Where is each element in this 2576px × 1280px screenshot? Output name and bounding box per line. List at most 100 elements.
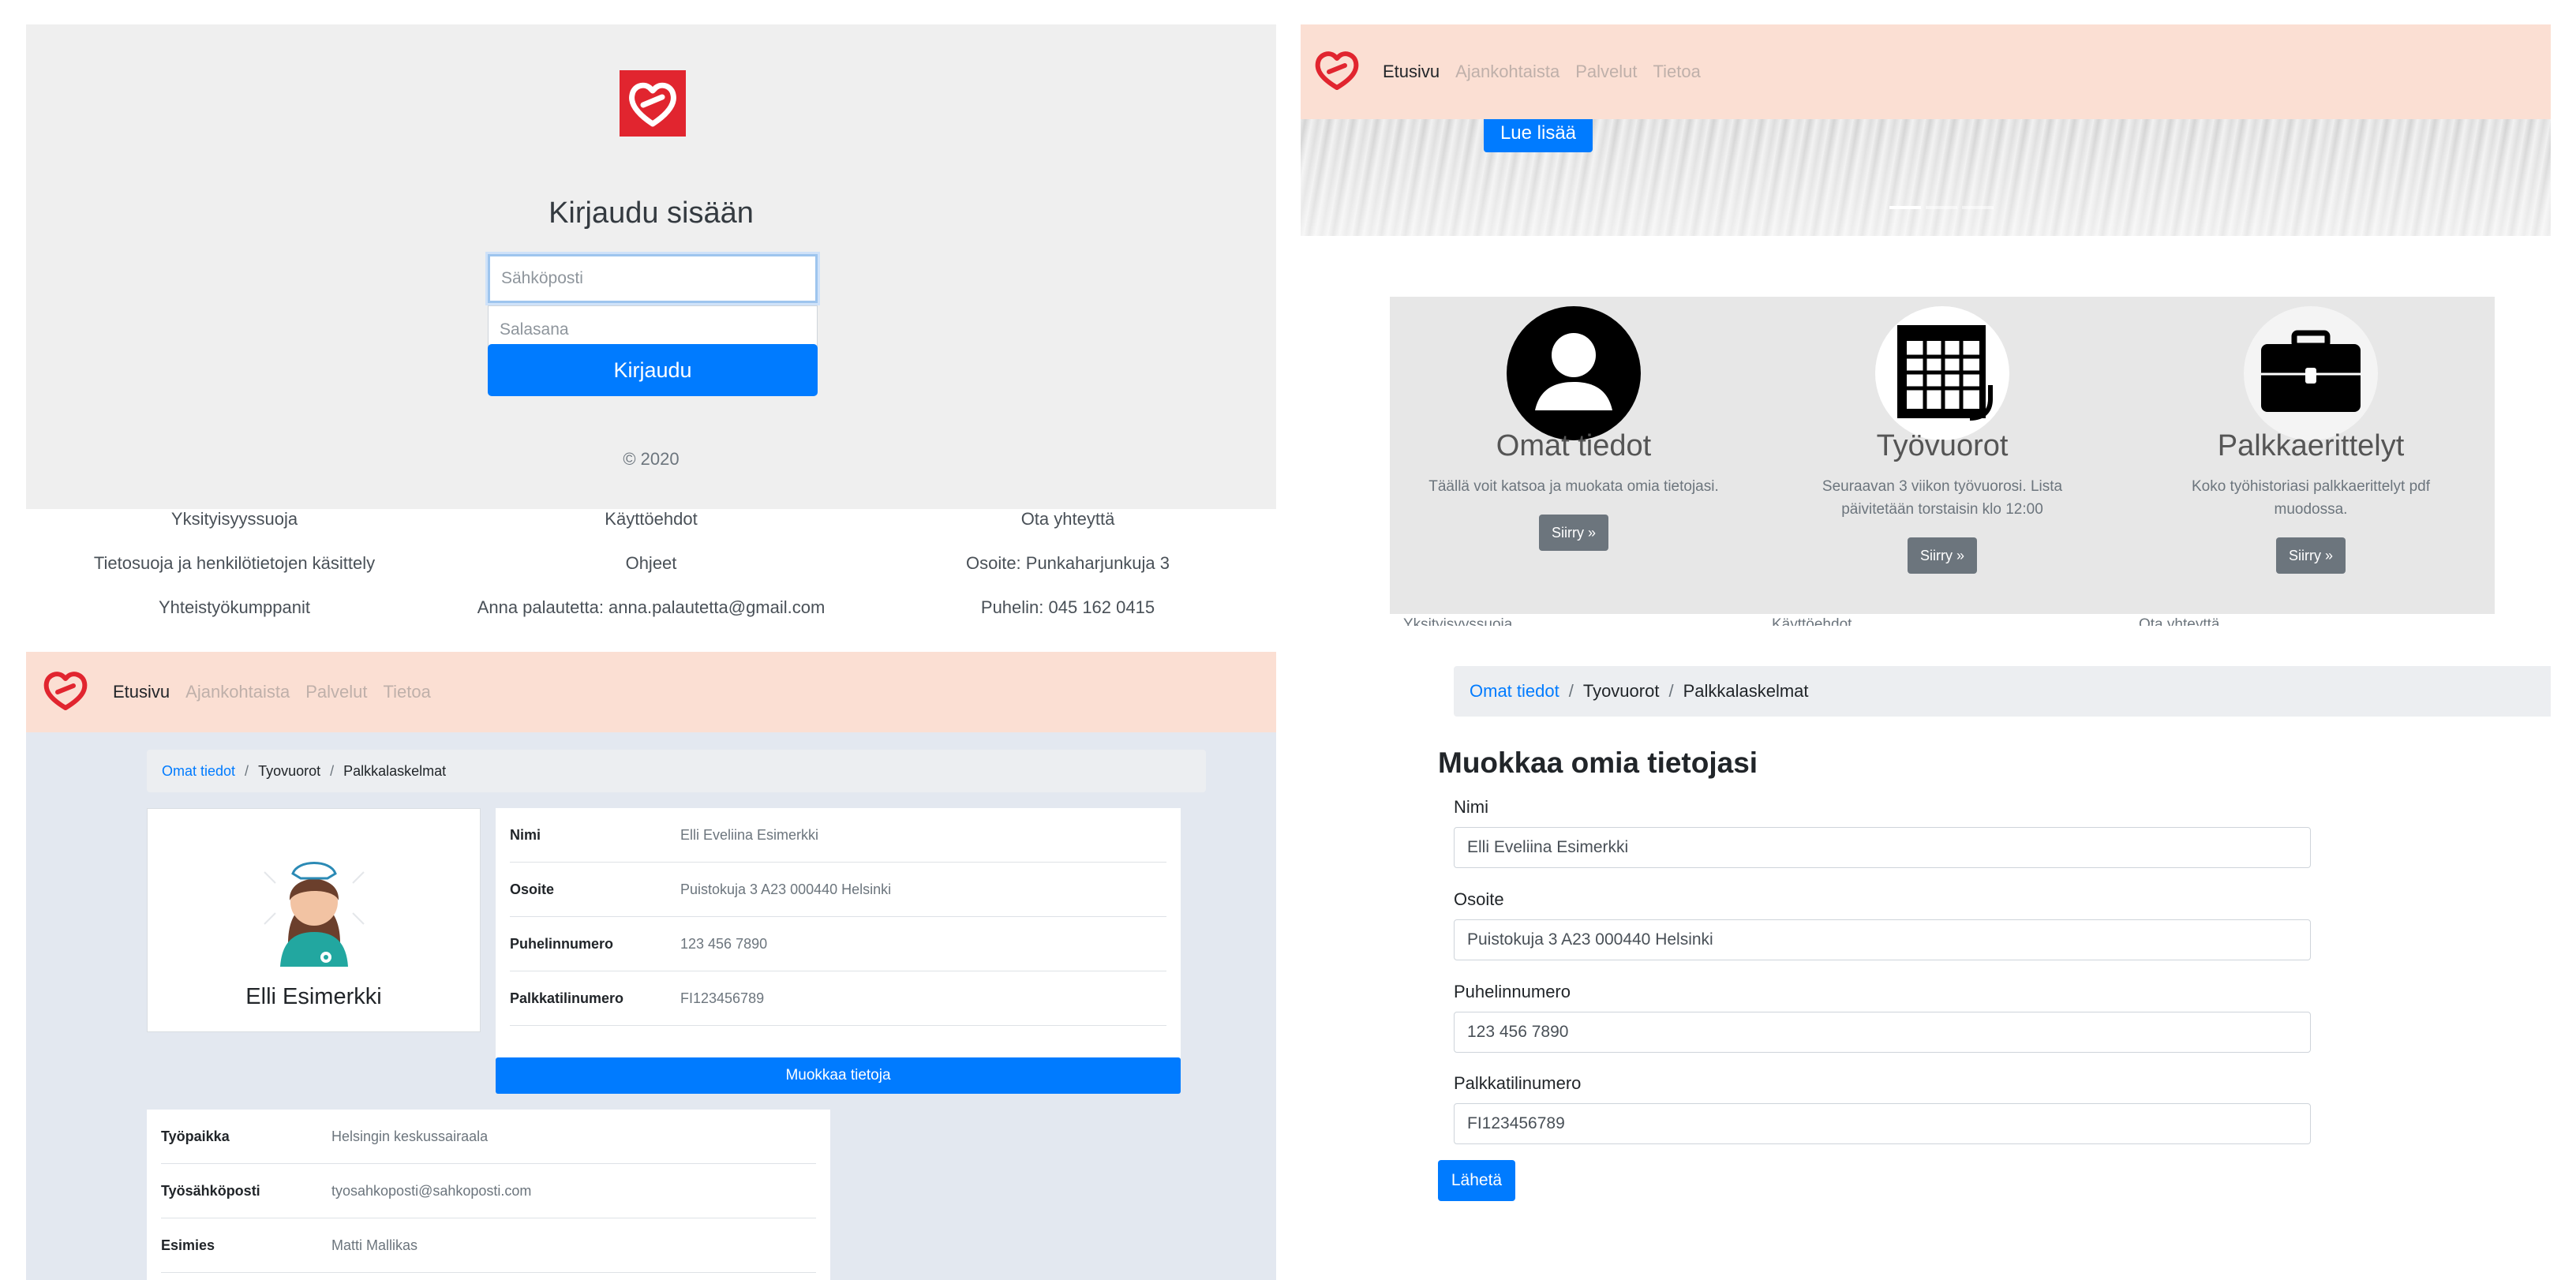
name-field-value: Elli Eveliina Esimerkki	[1467, 838, 1629, 856]
read-more-button[interactable]: Lue lisää	[1484, 119, 1593, 152]
breadcrumb-separator: /	[1668, 681, 1674, 701]
feature-title: Omat tiedot	[1496, 429, 1652, 462]
info-value: Puistokuja 3 A23 000440 Helsinki	[680, 881, 892, 897]
heart-logo-icon	[620, 70, 686, 137]
footer-link-help[interactable]: Ohjeet	[443, 553, 859, 574]
info-row-bank-account: Palkkatilinumero FI123456789	[510, 971, 1166, 1026]
breadcrumb-tyovuorot[interactable]: Tyovuorot	[258, 763, 320, 780]
nav-ajankohtaista[interactable]: Ajankohtaista	[1455, 62, 1559, 82]
form-title: Muokkaa omia tietojasi	[1438, 747, 1758, 779]
bank-account-label: Palkkatilinumero	[1454, 1073, 1582, 1093]
info-label: Työpaikka	[161, 1128, 230, 1144]
login-title: Kirjaudu sisään	[549, 196, 754, 230]
info-value: Helsingin keskussairaala	[331, 1128, 489, 1144]
heart-logo-icon[interactable]	[1312, 48, 1362, 96]
info-label: Palkkatilinumero	[510, 990, 624, 1006]
bank-account-field-value: FI123456789	[1467, 1114, 1565, 1132]
nav-palvelut[interactable]: Palvelut	[1575, 62, 1637, 82]
info-row-supervisor: Esimies Matti Mallikas	[161, 1218, 816, 1273]
phone-field-value: 123 456 7890	[1467, 1023, 1569, 1041]
info-label: Puhelinnumero	[510, 935, 614, 952]
footer-link-data-protection[interactable]: Tietosuoja ja henkilötietojen käsittely	[26, 553, 443, 574]
breadcrumb-separator: /	[1568, 681, 1574, 701]
info-row-address: Osoite Puistokuja 3 A23 000440 Helsinki	[510, 863, 1166, 917]
siirry-button[interactable]: Siirry »	[1539, 515, 1608, 551]
phone-label: Puhelinnumero	[1454, 982, 1571, 1001]
email-input[interactable]: Sähköposti	[488, 254, 818, 303]
nav-etusivu[interactable]: Etusivu	[1383, 62, 1440, 82]
carousel-indicator-2[interactable]	[1926, 206, 1957, 209]
bank-account-field[interactable]: FI123456789	[1454, 1103, 2311, 1144]
name-label: Nimi	[1454, 797, 1488, 817]
info-label: Osoite	[510, 881, 555, 897]
nav-etusivu[interactable]: Etusivu	[113, 682, 170, 702]
breadcrumb-palkkalaskelmat[interactable]: Palkkalaskelmat	[1683, 681, 1809, 702]
info-value: 123 456 7890	[680, 935, 768, 952]
info-value: Matti Mallikas	[331, 1237, 418, 1253]
nav-tietoa[interactable]: Tietoa	[1653, 62, 1701, 82]
breadcrumb-omat-tiedot[interactable]: Omat tiedot	[1470, 681, 1559, 702]
profile-panel: Etusivu Ajankohtaista Palvelut Tietoa Om…	[26, 652, 1276, 1280]
heart-logo-icon[interactable]	[40, 668, 91, 717]
footer-link-contact[interactable]: Ota yhteyttä	[859, 509, 1276, 530]
info-value: Elli Eveliina Esimerkki	[680, 826, 819, 843]
navbar: Etusivu Ajankohtaista Palvelut Tietoa	[1301, 24, 2551, 119]
profile-card: Elli Esimerkki	[147, 808, 481, 1032]
footer-feedback[interactable]: Anna palautetta: anna.palautetta@gmail.c…	[443, 597, 859, 618]
footer-link-terms[interactable]: Käyttöehdot	[1772, 616, 1852, 626]
calendar-icon	[1875, 306, 2009, 440]
footer-address: Osoite: Punkaharjunkuja 3	[965, 553, 1170, 573]
home-panel: Lue lisää Etusivu Ajankohtaista Palvelut…	[1301, 24, 2551, 626]
info-label: Työsähköposti	[161, 1182, 260, 1199]
siirry-button[interactable]: Siirry »	[2276, 537, 2346, 574]
footer-link-privacy[interactable]: Yksityisyyssuoja	[26, 509, 443, 530]
carousel-indicator-1[interactable]	[1889, 206, 1921, 209]
copyright: © 2020	[623, 449, 680, 469]
footer: Yksityisyyssuoja Tietosuoja ja henkilöti…	[26, 509, 1276, 651]
info-value: tyosahkoposti@sahkoposti.com	[331, 1182, 532, 1199]
nav-ajankohtaista[interactable]: Ajankohtaista	[185, 682, 290, 702]
login-button[interactable]: Kirjaudu	[488, 344, 818, 396]
nurse-avatar-icon	[241, 825, 388, 971]
feature-text: Koko työhistoriasi palkkaerittelyt pdf m…	[2191, 478, 2431, 518]
feature-title: Työvuorot	[1876, 429, 2009, 462]
feature-title: Palkkaerittelyt	[2217, 429, 2405, 462]
phone-field[interactable]: 123 456 7890	[1454, 1012, 2311, 1053]
submit-button[interactable]: Lähetä	[1438, 1160, 1515, 1201]
info-row-workplace: Työpaikka Helsingin keskussairaala	[161, 1110, 816, 1164]
breadcrumb: Omat tiedot / Tyovuorot / Palkkalaskelma…	[147, 750, 1206, 792]
siirry-button[interactable]: Siirry »	[1908, 537, 1977, 574]
login-panel: Kirjaudu sisään Sähköposti Salasana Kirj…	[26, 24, 1276, 509]
edit-profile-button[interactable]: Muokkaa tietoja	[496, 1057, 1181, 1094]
breadcrumb-omat-tiedot[interactable]: Omat tiedot	[162, 763, 235, 780]
name-field[interactable]: Elli Eveliina Esimerkki	[1454, 827, 2311, 868]
breadcrumb: Omat tiedot / Tyovuorot / Palkkalaskelma…	[1454, 666, 2551, 717]
info-row-phone: Puhelinnumero 123 456 7890	[510, 917, 1166, 971]
carousel-indicator-3[interactable]	[1962, 206, 1994, 209]
breadcrumb-palkkalaskelmat[interactable]: Palkkalaskelmat	[343, 763, 446, 780]
email-placeholder: Sähköposti	[501, 269, 583, 287]
info-value: FI123456789	[680, 990, 765, 1006]
footer-link-contact[interactable]: Ota yhteyttä	[2139, 616, 2219, 626]
edit-panel: Omat tiedot / Tyovuorot / Palkkalaskelma…	[1301, 652, 2551, 1280]
nav-tietoa[interactable]: Tietoa	[384, 682, 431, 702]
address-label: Osoite	[1454, 889, 1504, 909]
personal-info-card: Nimi Elli Eveliina Esimerkki Osoite Puis…	[496, 808, 1181, 1061]
footer-link-partners[interactable]: Yhteistyökumppanit	[26, 597, 443, 618]
address-field[interactable]: Puistokuja 3 A23 000440 Helsinki	[1454, 919, 2311, 960]
password-placeholder: Salasana	[500, 320, 569, 339]
feature-text: Täällä voit katsoa ja muokata omia tieto…	[1428, 478, 1719, 495]
features-section: Omat tiedot Täällä voit katsoa ja muokat…	[1390, 297, 2495, 614]
breadcrumb-separator: /	[330, 762, 335, 779]
hero-carousel[interactable]: Lue lisää	[1301, 119, 2551, 236]
info-row-work-email: Työsähköposti tyosahkoposti@sahkoposti.c…	[161, 1164, 816, 1218]
footer-link-terms[interactable]: Käyttöehdot	[443, 509, 859, 530]
footer-link-privacy[interactable]: Yksityisyyssuoja	[1403, 616, 1512, 626]
feature-text: Seuraavan 3 viikon työvuorosi. Lista päi…	[1822, 478, 2063, 518]
nav-palvelut[interactable]: Palvelut	[305, 682, 367, 702]
footer-phone: Puhelin: 045 162 0415	[980, 597, 1155, 617]
breadcrumb-separator: /	[245, 762, 249, 779]
briefcase-icon	[2244, 306, 2378, 440]
info-label: Esimies	[161, 1237, 215, 1253]
breadcrumb-tyovuorot[interactable]: Tyovuorot	[1583, 681, 1660, 702]
